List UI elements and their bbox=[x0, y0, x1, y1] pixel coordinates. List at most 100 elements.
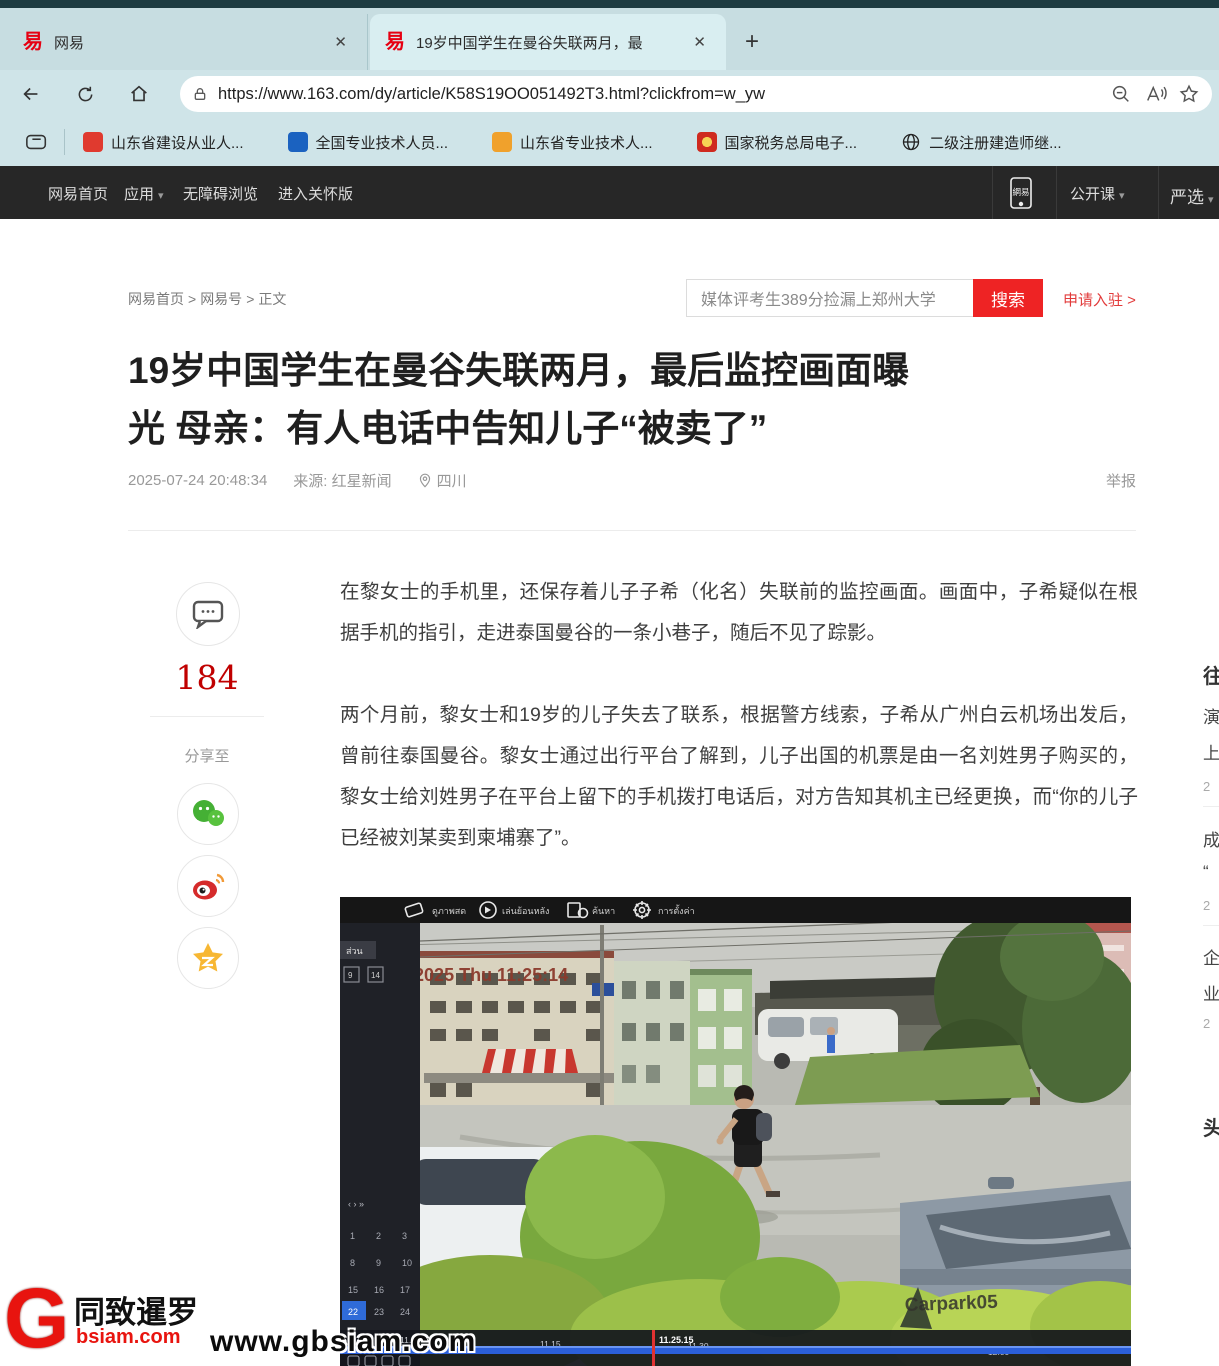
sidebar-date: 2 bbox=[1203, 898, 1210, 913]
striped-awning bbox=[482, 1049, 578, 1073]
sidebar-link[interactable]: 企 bbox=[1203, 944, 1219, 969]
favorites-star-icon[interactable] bbox=[1178, 83, 1200, 105]
tab-strip: 易 网易 ✕ 易 19岁中国学生在曼谷失联两月，最 ✕ + bbox=[0, 8, 1219, 70]
timeline-marker-time: 11.25.15 bbox=[659, 1335, 694, 1345]
tab-article-active[interactable]: 易 19岁中国学生在曼谷失联两月，最 ✕ bbox=[370, 14, 726, 70]
weibo-icon bbox=[189, 869, 227, 903]
svg-text:15: 15 bbox=[348, 1285, 358, 1295]
bookmark-label: 山东省建设从业人... bbox=[111, 132, 244, 153]
nav-open-course-link[interactable]: 公开课▾ bbox=[1070, 183, 1125, 204]
svg-text:22: 22 bbox=[348, 1307, 358, 1317]
bookmark-item[interactable]: 二级注册建造师继... bbox=[901, 132, 1062, 153]
article-paragraph: 两个月前，黎女士和19岁的儿子失去了联系，根据警方线索，子希从广州白云机场出发后… bbox=[340, 695, 1138, 859]
location-pin-icon bbox=[418, 473, 432, 489]
home-icon[interactable] bbox=[124, 79, 154, 109]
nav-home-link[interactable]: 网易首页 bbox=[48, 183, 108, 204]
publish-time: 2025-07-24 20:48:34 bbox=[128, 472, 267, 489]
gbsiam-logo-g: G bbox=[4, 1282, 78, 1360]
svg-text:9: 9 bbox=[376, 1258, 381, 1268]
svg-text:23: 23 bbox=[374, 1307, 384, 1317]
divider bbox=[150, 716, 264, 717]
refresh-icon[interactable] bbox=[70, 79, 100, 109]
sidebar-link[interactable]: 演 bbox=[1203, 703, 1219, 728]
dvr-chip[interactable]: ส่วน bbox=[346, 946, 363, 956]
tab-groups-icon[interactable] bbox=[22, 127, 52, 157]
nav-yanxuan-link[interactable]: 严选▾ bbox=[1170, 183, 1214, 208]
timeline-marker[interactable] bbox=[652, 1330, 655, 1366]
divider bbox=[128, 530, 1136, 531]
zoom-out-icon[interactable] bbox=[1110, 83, 1132, 105]
menu-settings[interactable]: การตั้งค่า bbox=[658, 904, 695, 916]
nav-app-link[interactable]: 应用▾ bbox=[124, 183, 164, 204]
sidebar-heading: 头 bbox=[1203, 1112, 1219, 1141]
article-meta: 2025-07-24 20:48:34 来源: 红星新闻 四川 bbox=[128, 470, 467, 491]
bookmark-item[interactable]: 山东省专业技术人... bbox=[492, 132, 653, 153]
url-field[interactable]: https://www.163.com/dy/article/K58S19OO0… bbox=[180, 76, 1212, 112]
article-title: 19岁中国学生在曼谷失联两月，最后监控画面曝 光 母亲：有人电话中告知儿子“被卖… bbox=[128, 342, 1138, 458]
bookmarks-bar: 山东省建设从业人... 全国专业技术人员... 山东省专业技术人... 国家税务… bbox=[0, 118, 1219, 166]
dvr-side-panel: ส่วน 9 14 ‹ › » 123 8910 151617 222324 bbox=[340, 923, 420, 1366]
search-box[interactable] bbox=[686, 279, 973, 317]
bookmark-item[interactable]: 全国专业技术人员... bbox=[288, 132, 449, 153]
comment-count[interactable]: 184 bbox=[150, 658, 264, 697]
menu-live[interactable]: ดูภาพสด bbox=[432, 906, 466, 917]
sidebar-link[interactable]: 上 bbox=[1203, 739, 1219, 764]
tab-title: 网易 bbox=[54, 32, 318, 53]
mobile-app-icon[interactable]: 網易 bbox=[1008, 176, 1034, 214]
bookmark-label: 二级注册建造师继... bbox=[929, 132, 1062, 153]
sidebar-link[interactable]: 业 bbox=[1203, 980, 1219, 1005]
svg-text:3: 3 bbox=[402, 1231, 407, 1241]
menu-search[interactable]: ค้นหา bbox=[592, 906, 615, 916]
tab-netease-home[interactable]: 易 网易 ✕ bbox=[8, 14, 368, 70]
sidebar-link[interactable]: “ bbox=[1203, 862, 1209, 882]
svg-text:16: 16 bbox=[374, 1285, 384, 1295]
share-wechat-button[interactable] bbox=[177, 783, 239, 845]
dvr-chip-btn[interactable]: 9 bbox=[348, 971, 353, 980]
bookmark-item[interactable]: 山东省建设从业人... bbox=[83, 132, 244, 153]
gbsiam-url-watermark: www.gbsiam.com bbox=[210, 1325, 476, 1359]
breadcrumb-separator: > bbox=[188, 291, 196, 307]
article-paragraph: 在黎女士的手机里，还保存着儿子子希（化名）失联前的监控画面。画面中，子希疑似在根… bbox=[340, 572, 1138, 654]
divider bbox=[1203, 925, 1219, 926]
nav-accessibility-link[interactable]: 无障碍浏览 bbox=[183, 183, 258, 204]
report-link[interactable]: 举报 bbox=[1106, 470, 1136, 491]
breadcrumb-dyh[interactable]: 网易号 bbox=[200, 291, 242, 307]
read-aloud-icon[interactable] bbox=[1144, 83, 1168, 105]
bookmark-label: 山东省专业技术人... bbox=[520, 132, 653, 153]
divider bbox=[1056, 166, 1057, 219]
divider bbox=[1158, 166, 1159, 219]
breadcrumb-home[interactable]: 网易首页 bbox=[128, 291, 184, 307]
sidebar-date: 2 bbox=[1203, 1016, 1210, 1031]
new-tab-button[interactable]: + bbox=[745, 28, 759, 56]
tab-title: 19岁中国学生在曼谷失联两月，最 bbox=[416, 32, 677, 53]
divider bbox=[64, 129, 65, 155]
netease-favicon: 易 bbox=[384, 31, 406, 53]
bookmark-item[interactable]: 国家税务总局电子... bbox=[697, 132, 858, 153]
calendar-nav-arrows[interactable]: ‹ › » bbox=[348, 1199, 364, 1209]
search-input[interactable] bbox=[687, 280, 1000, 316]
breadcrumb-separator: > bbox=[246, 291, 254, 307]
apply-join-link[interactable]: 申请入驻 > bbox=[1063, 289, 1136, 310]
search-button[interactable]: 搜索 bbox=[973, 279, 1043, 317]
bookmark-label: 国家税务总局电子... bbox=[725, 132, 858, 153]
menu-playback[interactable]: เล่นย้อนหลัง bbox=[502, 906, 549, 916]
bookmark-favicon bbox=[288, 132, 308, 152]
tab-close-icon[interactable]: ✕ bbox=[687, 31, 712, 53]
qzone-star-icon bbox=[190, 941, 226, 975]
dvr-chip-btn[interactable]: 14 bbox=[371, 971, 380, 980]
comment-button[interactable] bbox=[176, 582, 240, 646]
comment-bubble-icon bbox=[191, 599, 225, 629]
nav-care-link[interactable]: 进入关怀版 bbox=[278, 183, 353, 204]
sidebar-date: 2 bbox=[1203, 779, 1210, 794]
share-label: 分享至 bbox=[150, 745, 264, 766]
share-qzone-button[interactable] bbox=[177, 927, 239, 989]
share-weibo-button[interactable] bbox=[177, 855, 239, 917]
address-bar: https://www.163.com/dy/article/K58S19OO0… bbox=[0, 70, 1219, 118]
bookmark-label: 全国专业技术人员... bbox=[316, 132, 449, 153]
url-text: https://www.163.com/dy/article/K58S19OO0… bbox=[218, 85, 1098, 104]
camera-label: Carpark05 bbox=[904, 1292, 998, 1316]
tab-close-icon[interactable]: ✕ bbox=[328, 31, 353, 53]
sidebar-link[interactable]: 成 bbox=[1203, 826, 1219, 851]
divider bbox=[992, 166, 993, 219]
back-icon[interactable] bbox=[16, 79, 46, 109]
